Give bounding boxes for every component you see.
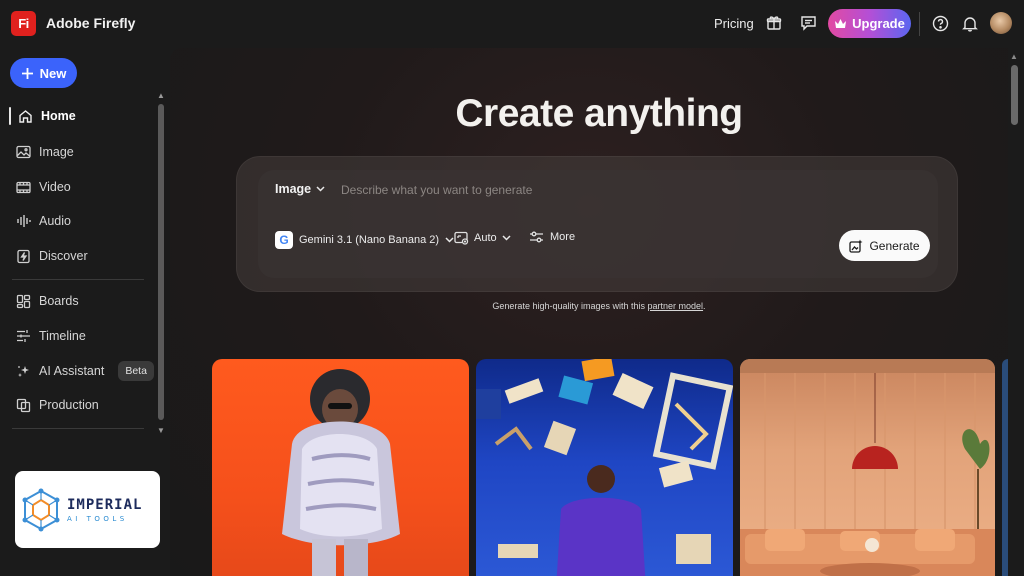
- sidebar-divider: [12, 428, 144, 429]
- home-icon: [19, 109, 32, 123]
- more-label: More: [550, 231, 576, 243]
- ai-assistant-icon: [18, 365, 29, 377]
- chevron-down-icon: [445, 237, 454, 243]
- generate-label: Generate: [869, 238, 920, 253]
- sidebar-item-discover[interactable]: Discover: [16, 245, 88, 267]
- sidebar-item-label: Audio: [39, 214, 71, 228]
- imperial-ai-tools-logo: IMPERIAL AI TOOLS: [15, 471, 160, 548]
- hexagon-network-icon: [22, 488, 60, 531]
- interior-image: [740, 359, 995, 576]
- gift-icon[interactable]: [764, 13, 784, 33]
- video-icon: [16, 181, 31, 193]
- mode-dropdown[interactable]: Image: [275, 182, 325, 196]
- sidebar-item-boards[interactable]: Boards: [16, 290, 79, 312]
- sidebar-divider: [12, 279, 144, 280]
- scroll-up-arrow[interactable]: ▲: [157, 91, 165, 100]
- google-icon: G: [275, 231, 293, 249]
- sidebar-item-label: Home: [41, 109, 76, 123]
- sliders-icon: [530, 231, 543, 243]
- generate-button[interactable]: Generate: [839, 230, 930, 261]
- topbar-divider: [919, 12, 920, 36]
- discover-icon: [17, 249, 30, 263]
- library-image: [476, 359, 733, 576]
- active-indicator: [9, 107, 11, 125]
- gallery-tile-fashion[interactable]: [212, 359, 469, 576]
- audio-icon: [17, 215, 31, 227]
- upgrade-button[interactable]: Upgrade: [828, 9, 911, 38]
- sidebar-item-label: AI Assistant: [39, 364, 105, 378]
- main-content: Create anything Image G Gemini 3.1 (Nano…: [170, 48, 1008, 576]
- sidebar-item-image[interactable]: Image: [16, 141, 74, 163]
- sidebar-item-label: Discover: [39, 249, 88, 263]
- sidebar-item-label: Video: [39, 180, 71, 194]
- generate-icon: [849, 239, 863, 253]
- sidebar-item-label: Timeline: [39, 329, 86, 343]
- fashion-image: [282, 369, 400, 576]
- scroll-down-arrow[interactable]: ▼: [157, 426, 165, 435]
- sidebar: New Home Image Video Audio Discover Boar…: [0, 48, 170, 576]
- sidebar-item-ai-assistant[interactable]: AI Assistant Beta: [16, 360, 154, 382]
- prompt-panel: Image G Gemini 3.1 (Nano Banana 2) Auto …: [236, 156, 958, 292]
- sidebar-item-home[interactable]: Home: [18, 105, 76, 127]
- model-label: Gemini 3.1 (Nano Banana 2): [299, 234, 440, 246]
- gallery-tile-library[interactable]: [476, 359, 733, 576]
- firefly-logo[interactable]: Fi: [11, 11, 36, 36]
- imperial-title: IMPERIAL: [67, 496, 143, 513]
- top-bar: Fi Adobe Firefly Pricing Upgrade: [0, 0, 1024, 48]
- feedback-icon[interactable]: [798, 13, 818, 33]
- partner-model-link[interactable]: partner model: [648, 301, 704, 311]
- sidebar-item-label: Boards: [39, 294, 79, 308]
- plus-icon: [21, 67, 33, 79]
- model-dropdown[interactable]: G Gemini 3.1 (Nano Banana 2): [275, 231, 454, 249]
- mode-label: Image: [275, 182, 312, 196]
- partner-note-suffix: .: [703, 301, 706, 311]
- sidebar-item-timeline[interactable]: Timeline: [16, 325, 86, 347]
- more-settings-button[interactable]: More: [529, 231, 575, 243]
- sidebar-item-label: Image: [39, 145, 74, 159]
- gallery-tile-partial[interactable]: [1002, 359, 1008, 576]
- page-title: Create anything: [455, 92, 743, 135]
- prompt-input[interactable]: [341, 178, 781, 202]
- aspect-ratio-dropdown[interactable]: Auto: [454, 231, 511, 245]
- sidebar-item-label: Production: [39, 398, 99, 412]
- help-icon[interactable]: [930, 13, 950, 33]
- partner-note-prefix: Generate high-quality images with this: [492, 301, 648, 311]
- main-scrollbar[interactable]: [1011, 65, 1018, 125]
- pricing-link[interactable]: Pricing: [714, 16, 754, 31]
- new-button[interactable]: New: [10, 58, 77, 88]
- chevron-down-icon: [502, 235, 511, 241]
- partner-model-note: Generate high-quality images with this p…: [170, 301, 1008, 311]
- image-icon: [16, 145, 31, 159]
- chevron-down-icon: [316, 186, 325, 192]
- main-scroll-up-arrow[interactable]: ▲: [1010, 52, 1018, 61]
- imperial-subtitle: AI TOOLS: [67, 514, 128, 523]
- production-icon: [16, 398, 31, 412]
- crown-icon: [835, 19, 847, 28]
- imperial-text: IMPERIAL AI TOOLS: [67, 497, 142, 523]
- avatar[interactable]: [990, 12, 1012, 34]
- aspect-label: Auto: [474, 232, 497, 244]
- sidebar-item-video[interactable]: Video: [16, 176, 71, 198]
- sidebar-scrollbar[interactable]: [158, 104, 164, 420]
- bell-icon[interactable]: [960, 13, 980, 33]
- timeline-icon: [17, 330, 30, 342]
- new-label: New: [39, 65, 67, 81]
- gallery-tile-interior[interactable]: [740, 359, 995, 576]
- sidebar-item-audio[interactable]: Audio: [16, 210, 71, 232]
- aspect-ratio-icon: [454, 231, 469, 245]
- upgrade-label: Upgrade: [852, 16, 905, 31]
- beta-badge: Beta: [118, 361, 154, 381]
- boards-icon: [16, 294, 31, 308]
- sidebar-item-production[interactable]: Production: [16, 394, 99, 416]
- app-title[interactable]: Adobe Firefly: [46, 15, 135, 31]
